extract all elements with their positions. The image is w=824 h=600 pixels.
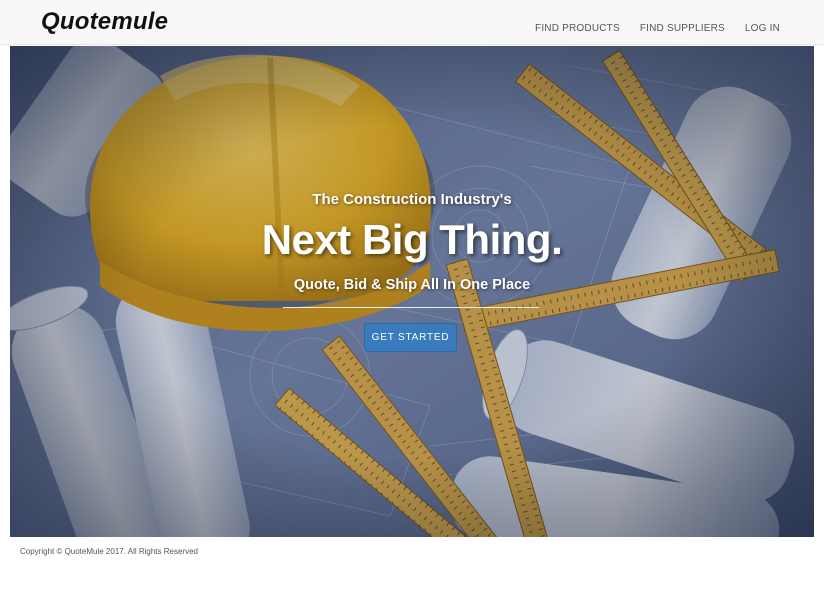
nav-find-products-link[interactable]: FIND PRODUCTS — [535, 23, 620, 34]
hero-tagline: The Construction Industry's — [312, 191, 512, 208]
nav-links: FIND PRODUCTS FIND SUPPLIERS LOG IN — [535, 23, 780, 34]
hero-content: The Construction Industry's Next Big Thi… — [10, 46, 814, 537]
hero-section: The Construction Industry's Next Big Thi… — [10, 46, 814, 537]
top-navbar: Quotemule FIND PRODUCTS FIND SUPPLIERS L… — [0, 0, 824, 45]
footer-copyright: Copyright © QuoteMule 2017. All Rights R… — [20, 547, 198, 556]
hero-subline: Quote, Bid & Ship All In One Place — [293, 277, 531, 293]
hero-headline: Next Big Thing. — [261, 216, 563, 263]
nav-log-in-link[interactable]: LOG IN — [745, 23, 780, 34]
brand-logo[interactable]: Quotemule — [41, 8, 168, 36]
hero-divider — [283, 307, 539, 308]
get-started-button[interactable]: GET STARTED — [364, 323, 457, 352]
nav-find-suppliers-link[interactable]: FIND SUPPLIERS — [640, 23, 725, 34]
